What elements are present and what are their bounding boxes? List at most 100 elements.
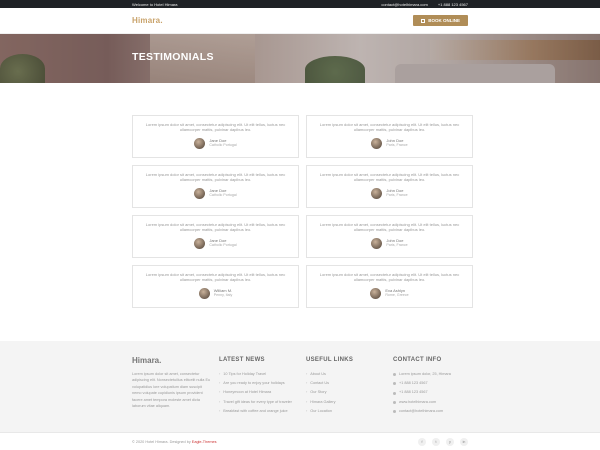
testimonial-quote: Lorem ipsum dolor sit amet, consectetur … — [319, 222, 460, 233]
news-link[interactable]: › Honeymoon at Hotel Himara — [219, 388, 299, 397]
facebook-icon[interactable]: f — [418, 437, 426, 446]
news-link[interactable]: › Are you ready to enjoy your holidays — [219, 379, 299, 388]
author-location: Paris, France — [386, 193, 408, 198]
testimonial-author: John Doe Paris, France — [317, 188, 462, 199]
testimonial-card: Lorem ipsum dolor sit amet, consectetur … — [132, 115, 299, 158]
testimonial-author: John Doe Paris, France — [317, 138, 462, 149]
contact-fax[interactable]: +1 888 123 4567 — [393, 388, 473, 397]
useful-link-label: Our Location — [310, 408, 333, 413]
top-bar: Welcome to Hotel Himara contact@hotelhim… — [0, 0, 600, 8]
testimonial-card: Lorem ipsum dolor sit amet, consectetur … — [306, 215, 473, 258]
top-phone-link[interactable]: +1 888 123 4567 — [438, 2, 468, 7]
useful-link-label: About Us — [310, 372, 326, 376]
testimonial-quote: Lorem ipsum dolor sit amet, consectetur … — [319, 122, 460, 133]
testimonial-quote: Lorem ipsum dolor sit amet, consectetur … — [145, 222, 286, 233]
bullet-icon: › — [219, 408, 221, 413]
avatar — [198, 287, 210, 299]
calendar-icon — [421, 18, 426, 23]
contact-address: Lorem ipsum dolor, 25, Himara — [393, 370, 473, 379]
top-email-link[interactable]: contact@hotelhimara.com — [381, 2, 428, 7]
bullet-icon: › — [306, 399, 308, 404]
bullet-icon: › — [219, 390, 221, 395]
book-online-button[interactable]: BOOK ONLINE — [413, 15, 468, 26]
testimonial-quote: Lorem ipsum dolor sit amet, consectetur … — [145, 122, 286, 133]
designer-link[interactable]: Eagle-Themes — [192, 440, 217, 444]
avatar — [194, 137, 206, 149]
testimonials-section: Lorem ipsum dolor sit amet, consectetur … — [132, 115, 473, 308]
useful-link-label: Himara Gallery — [310, 399, 336, 404]
author-location: Rome, Greece — [385, 293, 409, 298]
testimonial-quote: Lorem ipsum dolor sit amet, consectetur … — [319, 172, 460, 183]
news-link[interactable]: › 10 Tips for Holiday Travel — [219, 370, 299, 379]
site-header: Himara. BOOK ONLINE — [0, 8, 600, 34]
testimonial-card: Lorem ipsum dolor sit amet, consectetur … — [306, 265, 473, 308]
author-location: Catholic Portugal — [209, 193, 237, 198]
bullet-icon: › — [306, 381, 308, 386]
site-footer: Himara. Lorem ipsum dolor sit amet, cons… — [0, 341, 600, 432]
map-pin-icon — [393, 373, 396, 377]
news-link-label: Travel gift ideas for every type of trav… — [223, 399, 292, 404]
footer-logo[interactable]: Himara. — [132, 356, 212, 365]
testimonial-card: Lorem ipsum dolor sit amet, consectetur … — [306, 115, 473, 158]
footer-news-title: LATEST NEWS — [219, 357, 265, 363]
page-hero: TESTIMONIALS — [0, 34, 600, 83]
twitter-icon[interactable]: t — [432, 437, 440, 446]
avatar — [194, 187, 206, 199]
news-link-label: Honeymoon at Hotel Himara — [223, 390, 272, 395]
news-link-label: Breakfast with coffee and orange juice — [223, 408, 288, 413]
testimonial-author: Jane Doe Catholic Portugal — [143, 238, 288, 249]
bullet-icon: › — [306, 408, 308, 413]
useful-link-label: Our Story — [310, 390, 327, 395]
bullet-icon: › — [219, 372, 221, 376]
news-link-label: Are you ready to enjoy your holidays — [223, 381, 285, 386]
testimonial-quote: Lorem ipsum dolor sit amet, consectetur … — [145, 172, 286, 183]
page-title: TESTIMONIALS — [132, 51, 214, 63]
site-logo[interactable]: Himara. — [132, 16, 163, 25]
contact-phone[interactable]: +1 888 123 4567 — [393, 379, 473, 388]
bullet-icon: › — [219, 381, 221, 386]
news-link[interactable]: › Breakfast with coffee and orange juice — [219, 407, 299, 416]
copyright-bar: © 2020 Hotel Himara. Designed by Eagle-T… — [0, 432, 600, 450]
avatar — [371, 237, 383, 249]
testimonial-author: Jane Doe Catholic Portugal — [143, 138, 288, 149]
bullet-icon: › — [306, 372, 308, 376]
mail-icon — [393, 409, 396, 413]
contact-website[interactable]: www.hotelhimara.com — [393, 398, 473, 407]
instagram-icon[interactable]: in — [460, 437, 468, 446]
author-location: Paris, France — [386, 243, 408, 248]
welcome-text: Welcome to Hotel Himara — [132, 1, 178, 7]
hero-overlay — [0, 34, 600, 83]
footer-links-title: USEFUL LINKS — [306, 357, 354, 363]
avatar — [370, 287, 382, 299]
news-link[interactable]: › Travel gift ideas for every type of tra… — [219, 398, 299, 407]
news-link-label: 10 Tips for Holiday Travel — [223, 372, 267, 376]
testimonial-author: Jane Doe Catholic Portugal — [143, 188, 288, 199]
avatar — [371, 187, 383, 199]
copyright-text: © 2020 Hotel Himara. Designed by Eagle-T… — [132, 440, 217, 444]
useful-link[interactable]: › Himara Gallery — [306, 398, 386, 407]
testimonial-card: Lorem ipsum dolor sit amet, consectetur … — [306, 165, 473, 208]
useful-link[interactable]: › Our Location — [306, 407, 386, 416]
contact-email-text: contact@hotelhimara.com — [399, 408, 444, 413]
footer-contact-title: CONTACT INFO — [393, 357, 442, 363]
footer-columns: Himara. Lorem ipsum dolor sit amet, cons… — [132, 356, 473, 416]
useful-link[interactable]: › About Us — [306, 370, 386, 379]
phone-icon — [393, 382, 396, 386]
testimonial-author: John Doe Paris, France — [317, 238, 462, 249]
footer-news: LATEST NEWS › 10 Tips for Holiday Travel … — [219, 357, 299, 416]
bullet-icon: › — [306, 390, 308, 395]
testimonial-quote: Lorem ipsum dolor sit amet, consectetur … — [145, 272, 286, 283]
useful-link[interactable]: › Our Story — [306, 388, 386, 397]
author-location: Catholic Portugal — [209, 243, 237, 248]
testimonial-card: Lorem ipsum dolor sit amet, consectetur … — [132, 165, 299, 208]
top-contact: contact@hotelhimara.com +1 888 123 4567 — [381, 2, 468, 7]
footer-links: USEFUL LINKS › About Us › Contact Us › Our … — [306, 357, 386, 416]
book-online-label: BOOK ONLINE — [428, 18, 460, 23]
avatar — [371, 137, 383, 149]
testimonial-card: Lorem ipsum dolor sit amet, consectetur … — [132, 265, 299, 308]
author-location: Paris, France — [386, 143, 408, 148]
contact-email[interactable]: contact@hotelhimara.com — [393, 407, 473, 416]
youtube-icon[interactable]: y — [446, 437, 454, 446]
useful-link[interactable]: › Contact Us — [306, 379, 386, 388]
useful-link-label: Contact Us — [310, 381, 330, 386]
